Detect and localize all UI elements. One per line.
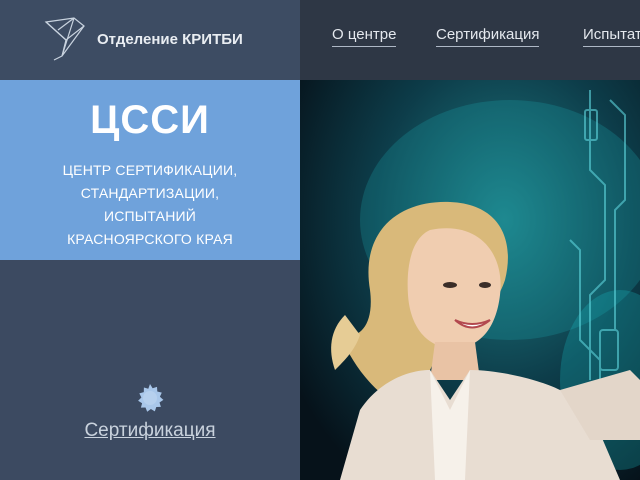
hero-title: ЦССИ bbox=[90, 98, 210, 142]
hero-subtitle-line: СТАНДАРТИЗАЦИИ, bbox=[80, 185, 220, 201]
brand-name: Отделение КРИТБИ bbox=[97, 31, 243, 48]
bird-logo-icon bbox=[44, 17, 85, 61]
top-navigation: О центре Сертификация Испытательная лабо… bbox=[300, 0, 640, 80]
section-panel: Сертификация bbox=[0, 260, 300, 480]
hero-subtitle-line: ИСПЫТАНИЙ bbox=[103, 208, 197, 224]
brand-header[interactable]: Отделение КРИТБИ bbox=[0, 0, 300, 80]
hero-image bbox=[300, 80, 640, 480]
nav-item-testing-lab[interactable]: Испытательная лаборатория bbox=[583, 26, 640, 47]
nav-item-about[interactable]: О центре bbox=[332, 26, 397, 47]
hero-title-block: ЦССИ ЦЕНТР СЕРТИФИКАЦИИ, СТАНДАРТИЗАЦИИ,… bbox=[0, 80, 300, 260]
nav-item-certification[interactable]: Сертификация bbox=[436, 26, 540, 47]
hero-subtitle-line: ЦЕНТР СЕРТИФИКАЦИИ, bbox=[62, 162, 238, 178]
certificate-seal-icon bbox=[138, 384, 164, 412]
hero-subtitle-line: КРАСНОЯРСКОГО КРАЯ bbox=[67, 231, 233, 247]
hero-photo-illustration bbox=[331, 90, 640, 480]
certification-link[interactable]: Сертификация bbox=[0, 420, 300, 442]
